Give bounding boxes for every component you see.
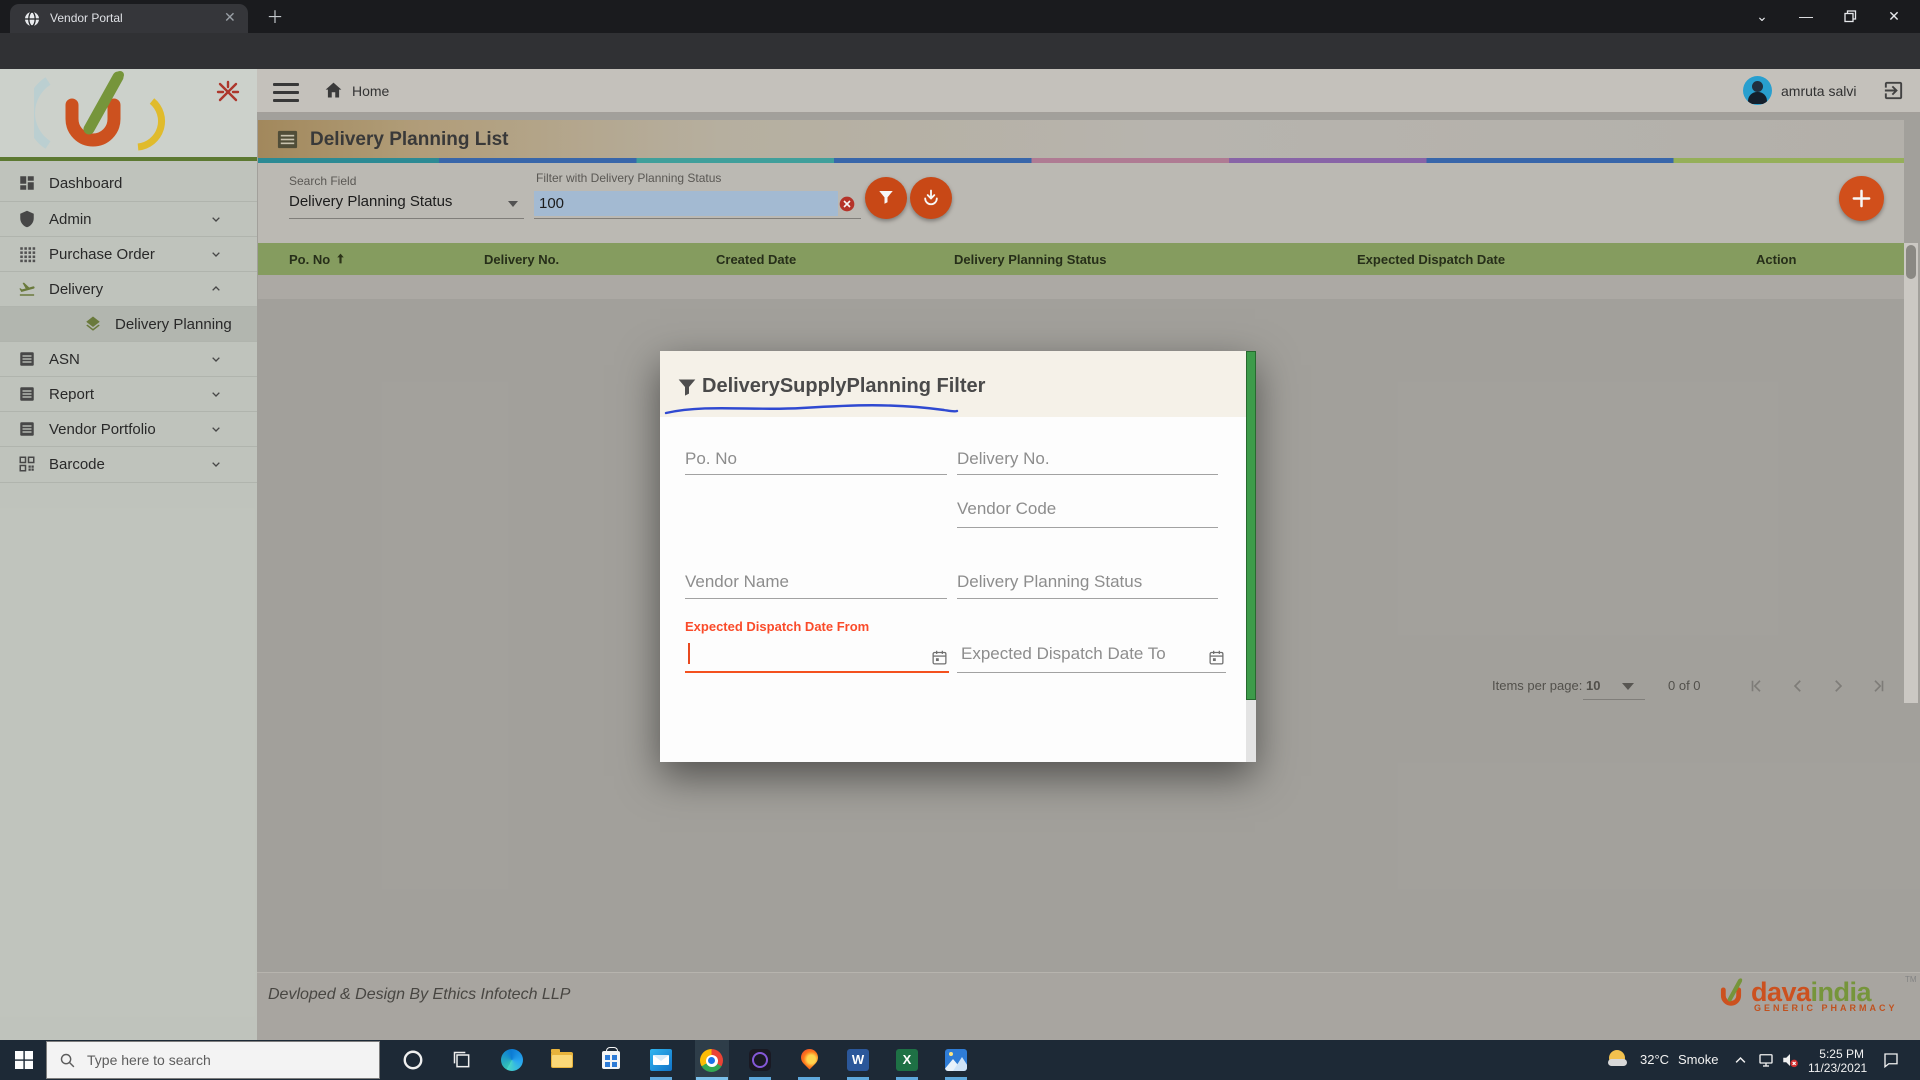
volume-muted-icon[interactable] <box>1781 1051 1799 1069</box>
flame-app-icon[interactable] <box>799 1049 819 1071</box>
tab-close-icon[interactable]: ✕ <box>224 9 236 26</box>
browser-tab[interactable]: Vendor Portal ✕ <box>10 4 248 33</box>
window-close-button[interactable]: ✕ <box>1872 0 1916 33</box>
taskbar-search-box[interactable]: Type here to search <box>46 1041 380 1079</box>
nox-player-icon[interactable] <box>749 1049 771 1071</box>
tab-favicon-globe-icon <box>24 11 40 27</box>
browser-toolbar: Not secure 115.124.96.40:8091/vp/deliver… <box>0 33 1920 69</box>
screen: Vendor Portal ✕ ＋ ⌄ — ✕ Not secure 115.1… <box>0 0 1920 1080</box>
filter-dialog: DeliverySupplyPlanning Filter Po. No Del… <box>660 351 1255 762</box>
vendor-code-field[interactable]: Vendor Code <box>957 499 1056 519</box>
tab-search-chevron-icon[interactable]: ⌄ <box>1740 0 1784 33</box>
delivery-no-underline <box>957 474 1218 475</box>
weather-icon[interactable] <box>1608 1049 1628 1069</box>
edge-icon[interactable] <box>501 1049 523 1071</box>
text-cursor <box>688 643 690 664</box>
dp-status-underline <box>957 598 1218 599</box>
dispatch-from-focused-underline[interactable] <box>685 671 949 673</box>
window-minimize-button[interactable]: — <box>1784 0 1828 33</box>
delivery-no-field[interactable]: Delivery No. <box>957 449 1050 469</box>
calendar-icon[interactable] <box>1208 649 1225 666</box>
photos-icon[interactable] <box>945 1049 967 1071</box>
po-no-field[interactable]: Po. No <box>685 449 737 469</box>
dispatch-to-field[interactable]: Expected Dispatch Date To <box>961 644 1166 664</box>
clock[interactable]: 5:25 PM 11/23/2021 <box>1808 1047 1864 1075</box>
tray-time: 5:25 PM <box>1808 1047 1864 1061</box>
title-underline-scribble <box>662 401 962 417</box>
search-icon <box>59 1052 76 1069</box>
word-icon[interactable]: W <box>847 1049 869 1071</box>
dp-status-field[interactable]: Delivery Planning Status <box>957 572 1142 592</box>
dialog-scrollbar-thumb[interactable] <box>1246 351 1256 700</box>
chrome-icon[interactable] <box>700 1049 723 1072</box>
window-restore-button[interactable] <box>1828 0 1872 33</box>
tray-chevron-up-icon[interactable] <box>1733 1053 1748 1068</box>
action-center-icon[interactable] <box>1882 1051 1900 1069</box>
dialog-scrollbar-track[interactable] <box>1246 351 1256 762</box>
tray-date: 11/23/2021 <box>1808 1061 1864 1075</box>
dialog-title: DeliverySupplyPlanning Filter <box>702 375 985 398</box>
dispatch-from-label: Expected Dispatch Date From <box>685 619 869 634</box>
new-tab-button[interactable]: ＋ <box>262 6 288 30</box>
vendor-code-underline <box>957 527 1218 528</box>
funnel-icon <box>677 377 697 397</box>
tray-condition[interactable]: Smoke <box>1678 1052 1718 1067</box>
start-button-icon[interactable] <box>15 1051 33 1069</box>
po-no-underline <box>685 474 947 475</box>
taskbar-search-placeholder: Type here to search <box>87 1052 211 1068</box>
tab-title: Vendor Portal <box>50 11 123 25</box>
mail-icon[interactable] <box>650 1049 672 1071</box>
dispatch-to-underline <box>957 672 1226 673</box>
network-icon[interactable] <box>1757 1051 1775 1069</box>
ms-store-icon[interactable] <box>602 1051 620 1069</box>
vendor-name-underline <box>685 598 947 599</box>
browser-tab-strip: Vendor Portal ✕ ＋ ⌄ — ✕ <box>0 0 1920 33</box>
cortana-icon[interactable] <box>402 1049 424 1071</box>
calendar-icon[interactable] <box>931 649 948 666</box>
dialog-header: DeliverySupplyPlanning Filter <box>660 351 1255 417</box>
vendor-name-field[interactable]: Vendor Name <box>685 572 789 592</box>
tray-temperature[interactable]: 32°C <box>1640 1052 1669 1067</box>
task-view-icon[interactable] <box>452 1050 472 1070</box>
file-explorer-icon[interactable] <box>551 1052 573 1068</box>
excel-icon[interactable]: X <box>896 1049 918 1071</box>
